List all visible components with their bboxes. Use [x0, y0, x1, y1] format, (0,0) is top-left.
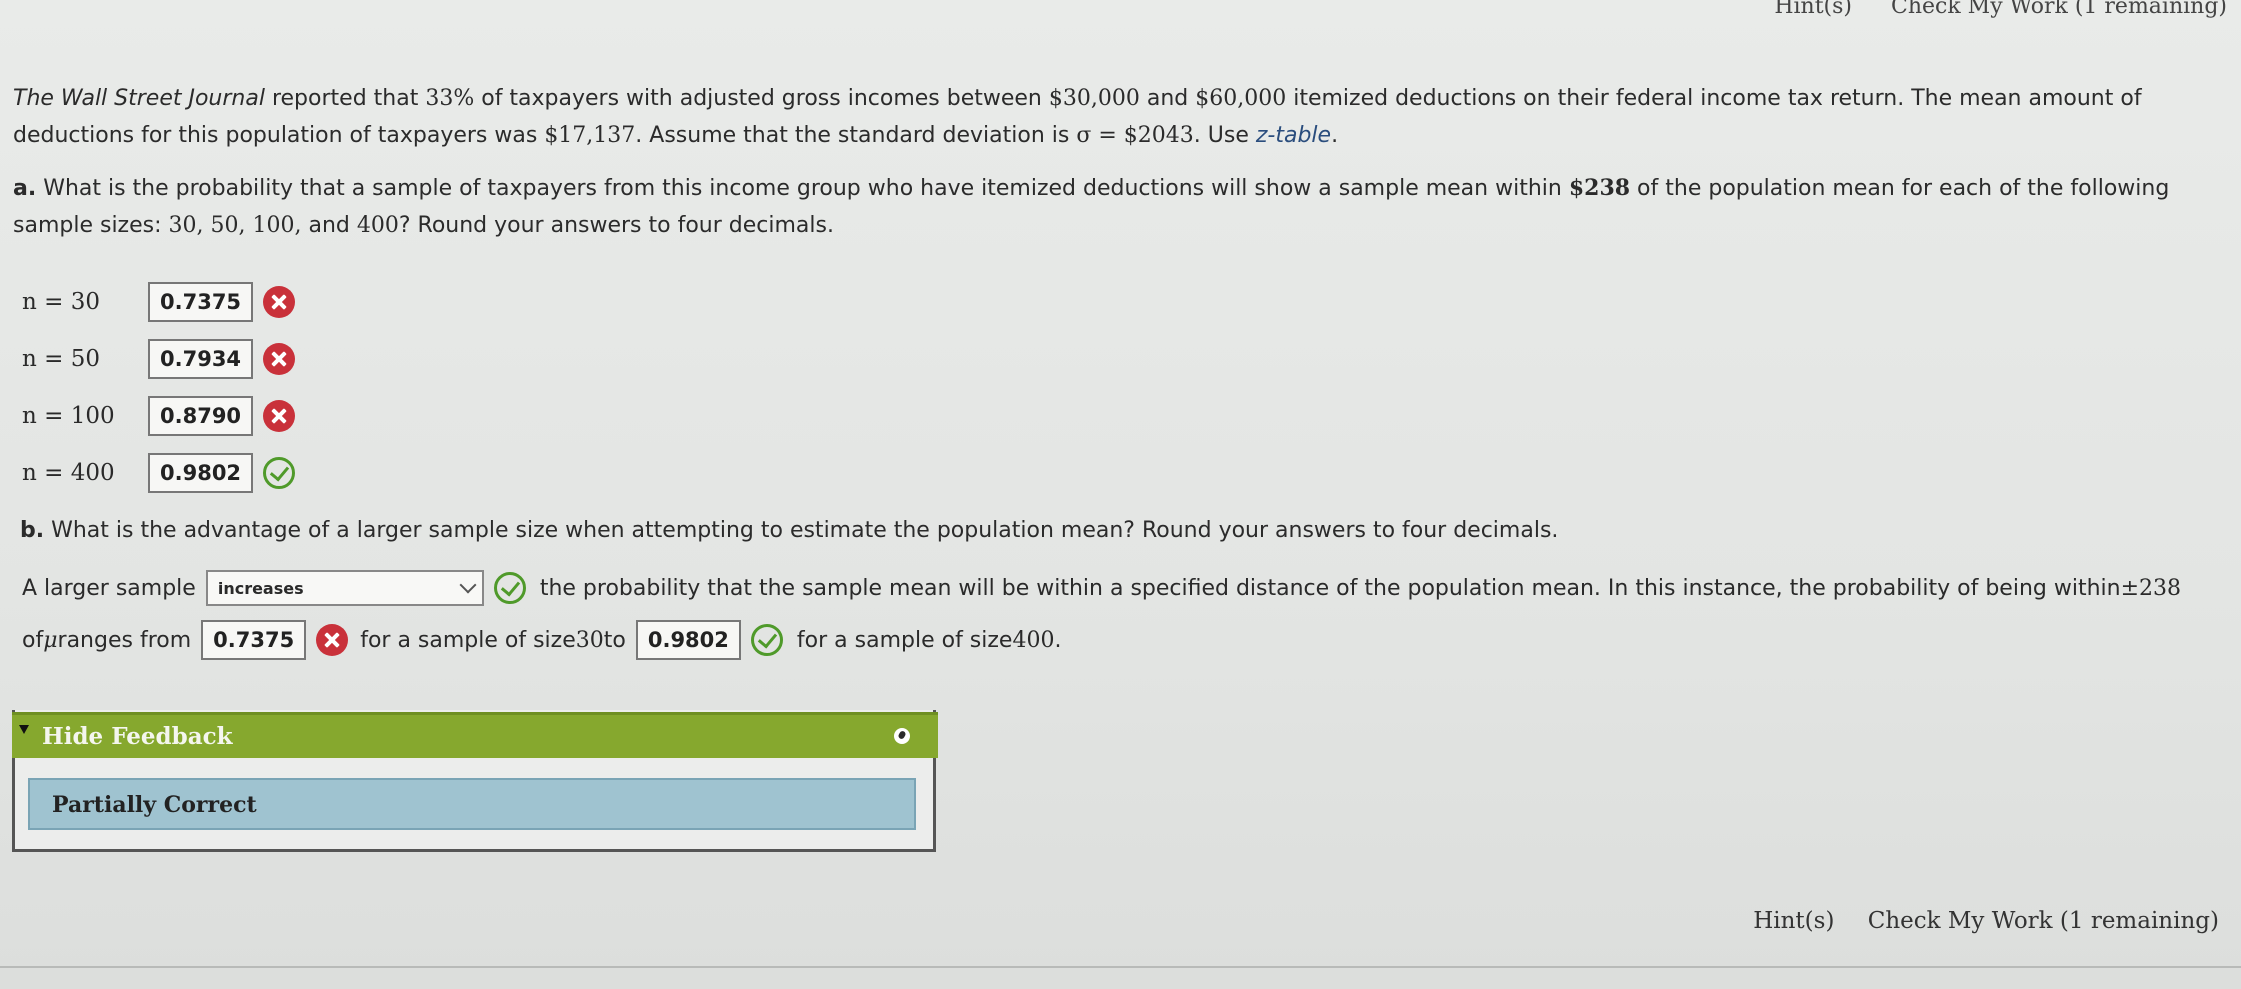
correct-icon	[493, 572, 526, 604]
check-my-work-link-bottom[interactable]: Check My Work (1 remaining)	[1868, 908, 2219, 934]
range-high-input[interactable]: 0.9802	[635, 620, 741, 660]
hide-feedback-label: Hide Feedback	[42, 723, 233, 750]
sample-size-label: n = 50	[22, 346, 100, 372]
correct-icon	[750, 624, 783, 656]
part-b-question: b. What is the advantage of a larger sam…	[20, 518, 1559, 543]
answer-input-n50[interactable]: 0.7934	[148, 339, 254, 379]
hide-feedback-toggle[interactable]: Hide Feedback	[12, 712, 938, 758]
part-a-line-2: sample sizes: 30, 50, 100, and 400? Roun…	[13, 213, 834, 238]
range-low-input[interactable]: 0.7375	[201, 620, 307, 660]
z-table-link[interactable]: z-table	[1256, 123, 1331, 148]
part-b-line-1: A larger sample increases the probabilit…	[22, 570, 2181, 606]
feedback-status: Partially Correct	[28, 778, 916, 830]
bottom-links: Hint(s) Check My Work (1 remaining)	[1727, 908, 2219, 934]
incorrect-icon	[263, 400, 296, 432]
hints-link-top[interactable]: Hint(s)	[1774, 0, 1852, 19]
answer-row-n100: n = 100 0.8790	[22, 395, 296, 437]
intro-line-2: deductions for this population of taxpay…	[13, 123, 1339, 148]
answer-row-n50: n = 50 0.7934	[22, 338, 296, 380]
collapse-triangle-icon	[19, 725, 29, 734]
incorrect-icon	[263, 286, 296, 318]
answer-input-n30[interactable]: 0.7375	[148, 282, 254, 322]
sample-size-label: n = 30	[22, 289, 100, 315]
intro-line-1: The Wall Street Journal reported that 33…	[13, 86, 2142, 111]
sample-size-label: n = 100	[22, 403, 115, 429]
top-links: Hint(s) Check My Work (1 remaining)	[1742, 0, 2227, 19]
answer-row-n30: n = 30 0.7375	[22, 281, 296, 323]
pencil-icon[interactable]	[894, 728, 910, 744]
incorrect-icon	[263, 343, 296, 375]
journal-name: The Wall Street Journal	[13, 86, 265, 111]
sample-size-label: n = 400	[22, 460, 115, 486]
part-a-line-1: a. What is the probability that a sample…	[13, 175, 2170, 201]
chevron-down-icon	[459, 576, 477, 594]
correct-icon	[263, 457, 296, 489]
part-a-question: a. What is the probability that a sample…	[13, 170, 2169, 244]
answer-input-n400[interactable]: 0.9802	[148, 453, 254, 493]
increases-dropdown[interactable]: increases	[205, 570, 484, 606]
intro-paragraph: The Wall Street Journal reported that 33…	[13, 80, 2142, 154]
partially-correct-label: Partially Correct	[52, 792, 257, 818]
part-b-line-2: of μ ranges from 0.7375 for a sample of …	[22, 620, 1061, 660]
hints-link-bottom[interactable]: Hint(s)	[1753, 908, 1834, 934]
check-my-work-link-top[interactable]: Check My Work (1 remaining)	[1891, 0, 2227, 19]
answer-input-n100[interactable]: 0.8790	[148, 396, 254, 436]
incorrect-icon	[316, 624, 349, 656]
answer-row-n400: n = 400 0.9802	[22, 452, 296, 494]
divider	[0, 966, 2241, 968]
